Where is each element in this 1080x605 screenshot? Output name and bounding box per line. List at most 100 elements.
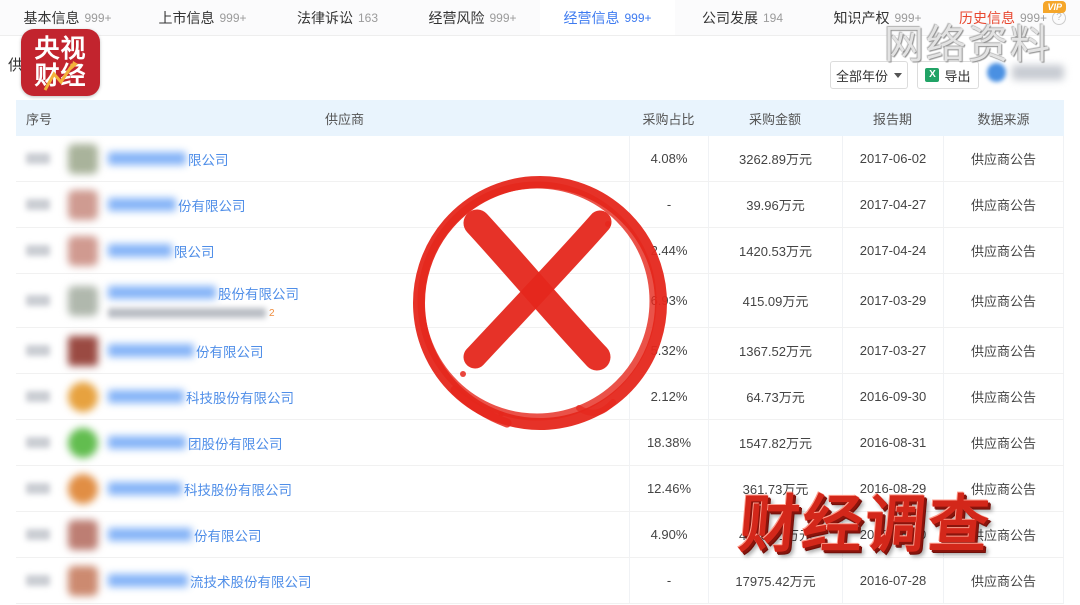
supplier-name-link[interactable]: 股份有限公司 [218,283,299,303]
report-period-cell: 2017-04-24 [842,228,943,273]
supplier-name-cell: 股份有限公司 2 [108,274,629,327]
tab-label: 基本信息 [23,8,79,28]
row-index-blurred [16,529,60,540]
supplier-name-link[interactable]: 科技股份有限公司 [184,479,292,499]
supplier-name-link[interactable]: 限公司 [188,149,229,169]
tab-上市信息[interactable]: 上市信息 999+ [135,0,270,35]
year-filter-dropdown[interactable]: 全部年份 [830,61,908,89]
supplier-name-cell: 流技术股份有限公司 [108,558,629,603]
header-source: 数据来源 [943,109,1064,128]
tab-经营风险[interactable]: 经营风险 999+ [405,0,540,35]
company-logo-blurred [68,474,98,504]
report-period-cell: 2017-04-27 [842,182,943,227]
tab-公司发展[interactable]: 公司发展 194 [675,0,810,35]
supplier-name-blur [108,198,176,211]
row-logo [60,236,108,266]
tab-label: 上市信息 [158,8,214,28]
table-row: 限公司 2.44% 1420.53万元 2017-04-24 供应商公告 [16,228,1064,274]
purchase-ratio-cell: 4.08% [629,136,708,181]
index-blur [26,437,50,448]
table-row: 份有限公司 - 39.96万元 2017-04-27 供应商公告 [16,182,1064,228]
supplier-name-cell: 份有限公司 [108,328,629,373]
purchase-ratio-cell: 6.93% [629,274,708,327]
tab-count: 999+ [624,11,651,25]
supplier-name-link[interactable]: 份有限公司 [194,525,262,545]
tab-label: 经营风险 [428,8,484,28]
data-source-cell: 供应商公告 [943,228,1064,273]
tab-知识产权[interactable]: 知识产权 999+ [810,0,945,35]
table-row: 股份有限公司 2 6.93% 415.09万元 2017-03-29 供应商公告 [16,274,1064,328]
report-period-cell: 2016-08-29 [842,466,943,511]
table-row: 限公司 4.08% 3262.89万元 2017-06-02 供应商公告 [16,136,1064,182]
tab-经营信息[interactable]: 经营信息 999+ [540,0,675,35]
supplier-name-blur [108,286,216,299]
supplier-name-cell: 科技股份有限公司 [108,466,629,511]
supplier-name-link[interactable]: 份有限公司 [196,341,264,361]
tab-count: 999+ [489,11,516,25]
supplier-name-blur [108,528,192,541]
account-widget-blurred[interactable] [987,63,1064,82]
data-source-cell: 供应商公告 [943,420,1064,465]
index-blur [26,575,50,586]
avatar [987,63,1006,82]
supplier-name-link[interactable]: 科技股份有限公司 [186,387,294,407]
index-blur [26,245,50,256]
tab-label: 知识产权 [833,8,889,28]
index-blur [26,345,50,356]
year-filter-label: 全部年份 [836,66,888,85]
export-label: 导出 [944,66,970,85]
row-index-blurred [16,345,60,356]
purchase-amount-cell: 415.09万元 [708,274,842,327]
report-period-cell: 2016-08-31 [842,420,943,465]
company-logo-blurred [68,520,98,550]
supplier-name-link[interactable]: 流技术股份有限公司 [190,571,312,591]
purchase-amount-cell: 1547.82万元 [708,420,842,465]
excel-icon: X [925,68,939,82]
data-source-cell: 供应商公告 [943,136,1064,181]
purchase-ratio-cell: 12.46% [629,466,708,511]
tab-count: 999+ [894,11,921,25]
supplier-name-blur [108,574,188,587]
supplier-name-cell: 科技股份有限公司 [108,374,629,419]
account-name-blur [1012,65,1064,80]
index-blur [26,483,50,494]
tab-法律诉讼[interactable]: 法律诉讼 163 [270,0,405,35]
report-period-cell: 2017-03-27 [842,328,943,373]
supplier-table: 序号 供应商 采购占比 采购金额 报告期 数据来源 限公司 4.08% 3262… [16,100,1064,604]
row-index-blurred [16,575,60,586]
extra-badge: 2 [269,308,275,319]
company-logo-blurred [68,190,98,220]
tab-count: 194 [763,11,783,25]
index-blur [26,153,50,164]
tab-label: 公司发展 [702,8,758,28]
export-button[interactable]: X 导出 [917,61,979,89]
row-logo [60,566,108,596]
tab-label: 法律诉讼 [297,8,353,28]
index-blur [26,295,50,306]
data-source-cell: 供应商公告 [943,328,1064,373]
row-logo [60,382,108,412]
row-logo [60,190,108,220]
supplier-name-blur [108,344,194,357]
report-period-cell: 2016-09-30 [842,374,943,419]
company-logo-blurred [68,382,98,412]
row-index-blurred [16,153,60,164]
purchase-amount-cell: 4636.51万元 [708,512,842,557]
supplier-name-blur [108,390,184,403]
row-logo [60,286,108,316]
supplier-name-link[interactable]: 团股份有限公司 [188,433,283,453]
gold-trend-line-icon [21,60,100,94]
data-source-cell: 供应商公告 [943,512,1064,557]
purchase-ratio-cell: 5.32% [629,328,708,373]
table-row: 流技术股份有限公司 - 17975.42万元 2016-07-28 供应商公告 [16,558,1064,604]
row-index-blurred [16,483,60,494]
row-logo [60,144,108,174]
table-row: 科技股份有限公司 12.46% 361.73万元 2016-08-29 供应商公… [16,466,1064,512]
supplier-name-link[interactable]: 限公司 [174,241,215,261]
page: 基本信息 999+ 上市信息 999+ 法律诉讼 163 经营风险 999+ 经… [0,0,1080,605]
supplier-name-link[interactable]: 份有限公司 [178,195,246,215]
supplier-name-cell: 团股份有限公司 [108,420,629,465]
tab-历史信息[interactable]: 历史信息 999+ VIP ? [945,0,1080,35]
data-source-cell: 供应商公告 [943,466,1064,511]
report-period-cell: 2016-08-10 [842,512,943,557]
